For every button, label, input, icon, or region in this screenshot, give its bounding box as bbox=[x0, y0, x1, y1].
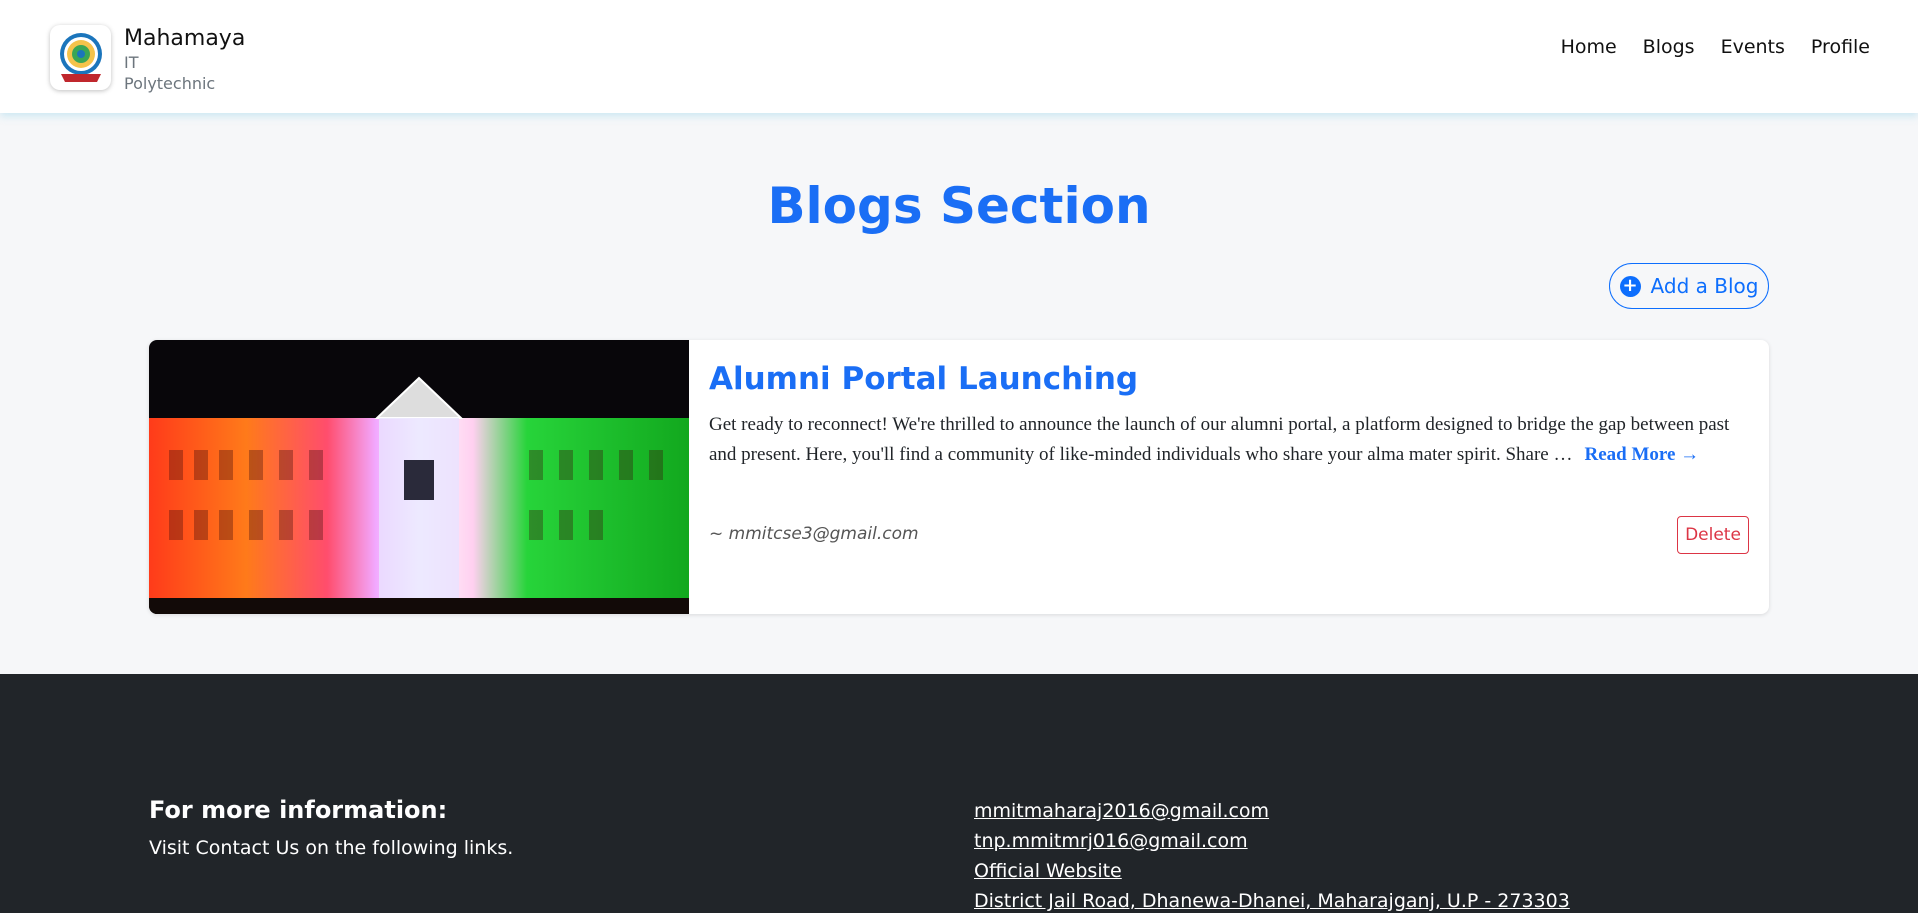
footer-address-link[interactable]: District Jail Road, Dhanewa-Dhanei, Maha… bbox=[974, 886, 1570, 913]
add-blog-button[interactable]: + Add a Blog bbox=[1609, 263, 1769, 309]
blog-card: Alumni Portal Launching Get ready to rec… bbox=[149, 340, 1769, 614]
delete-button[interactable]: Delete bbox=[1677, 516, 1749, 554]
brand[interactable]: Mahamaya IT Polytechnic bbox=[50, 25, 245, 94]
add-blog-label: Add a Blog bbox=[1650, 274, 1759, 298]
blog-image bbox=[149, 340, 689, 614]
page-title: Blogs Section bbox=[767, 177, 1151, 235]
footer: For more information: Visit Contact Us o… bbox=[0, 674, 1918, 913]
nav-blogs[interactable]: Blogs bbox=[1630, 35, 1708, 59]
brand-line-1: IT bbox=[124, 53, 139, 72]
read-more-link[interactable]: Read More → bbox=[1585, 444, 1700, 465]
nav-profile[interactable]: Profile bbox=[1798, 35, 1870, 59]
plus-circle-icon: + bbox=[1619, 275, 1641, 297]
navbar: Mahamaya IT Polytechnic Home Blogs Event… bbox=[0, 0, 1918, 113]
footer-heading: For more information: bbox=[149, 796, 448, 824]
nav-events[interactable]: Events bbox=[1708, 35, 1798, 59]
blog-author: ~ mmitcse3@gmail.com bbox=[709, 524, 919, 544]
blog-excerpt: Get ready to reconnect! We're thrilled t… bbox=[709, 410, 1749, 470]
blog-title[interactable]: Alumni Portal Launching bbox=[709, 360, 1749, 398]
blog-excerpt-text: Get ready to reconnect! We're thrilled t… bbox=[709, 414, 1730, 465]
footer-website-link[interactable]: Official Website bbox=[974, 856, 1570, 886]
footer-email-link-2[interactable]: tnp.mmitmrj016@gmail.com bbox=[974, 826, 1570, 856]
brand-line-2: Polytechnic bbox=[124, 74, 216, 93]
footer-subtext: Visit Contact Us on the following links. bbox=[149, 837, 514, 859]
footer-links: mmitmaharaj2016@gmail.com tnp.mmitmrj016… bbox=[974, 796, 1570, 913]
main-nav: Home Blogs Events Profile bbox=[1548, 35, 1870, 59]
brand-name: Mahamaya bbox=[124, 26, 246, 51]
nav-home[interactable]: Home bbox=[1548, 35, 1630, 59]
college-emblem-icon bbox=[50, 25, 111, 90]
footer-email-link-1[interactable]: mmitmaharaj2016@gmail.com bbox=[974, 796, 1570, 826]
